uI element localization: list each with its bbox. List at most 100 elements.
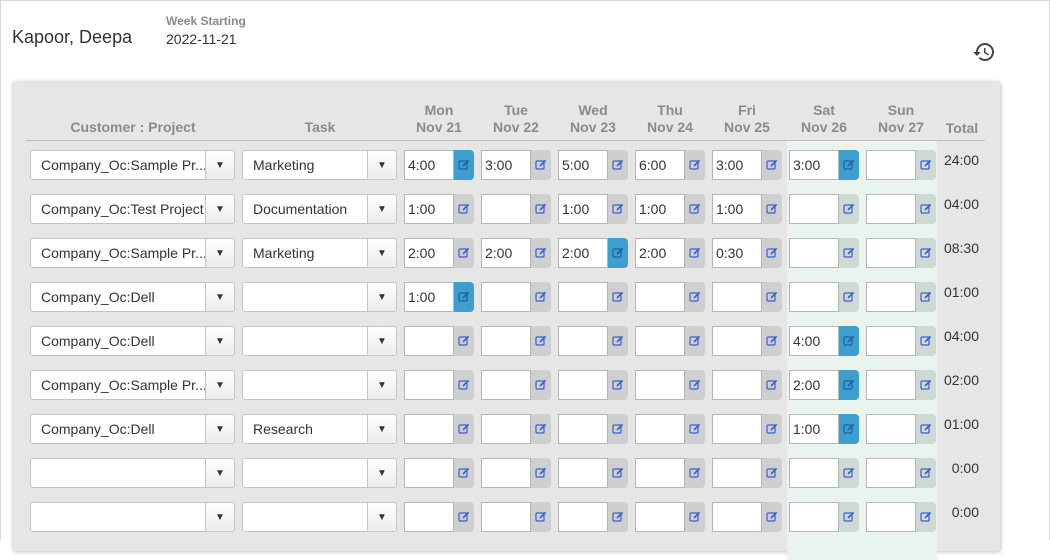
chevron-down-icon[interactable]: ▼ — [205, 283, 234, 311]
edit-note-button[interactable] — [762, 282, 782, 312]
chevron-down-icon[interactable]: ▼ — [205, 415, 234, 443]
edit-note-button[interactable] — [531, 194, 551, 224]
hours-input[interactable] — [789, 238, 839, 268]
edit-note-button[interactable] — [531, 238, 551, 268]
task-select[interactable]: ▼ — [242, 458, 397, 488]
edit-note-button[interactable] — [531, 326, 551, 356]
chevron-down-icon[interactable]: ▼ — [367, 283, 396, 311]
edit-note-button[interactable] — [608, 150, 628, 180]
hours-input[interactable] — [866, 150, 916, 180]
customer-project-select[interactable]: ▼ — [30, 458, 235, 488]
edit-note-button[interactable] — [608, 502, 628, 532]
edit-note-button[interactable] — [454, 238, 474, 268]
edit-note-button[interactable] — [839, 370, 859, 400]
chevron-down-icon[interactable]: ▼ — [367, 151, 396, 179]
edit-note-button[interactable] — [839, 282, 859, 312]
edit-note-button[interactable] — [916, 150, 936, 180]
edit-note-button[interactable] — [608, 414, 628, 444]
edit-note-button[interactable] — [762, 414, 782, 444]
edit-note-button[interactable] — [916, 326, 936, 356]
hours-input[interactable] — [404, 238, 454, 268]
hours-input[interactable] — [712, 150, 762, 180]
chevron-down-icon[interactable]: ▼ — [367, 195, 396, 223]
customer-project-select[interactable]: ▼ — [30, 502, 235, 532]
hours-input[interactable] — [558, 370, 608, 400]
hours-input[interactable] — [558, 282, 608, 312]
task-select[interactable]: Marketing ▼ — [242, 150, 397, 180]
hours-input[interactable] — [558, 238, 608, 268]
task-select[interactable]: ▼ — [242, 370, 397, 400]
customer-project-select[interactable]: Company_Oc:Dell ▼ — [30, 282, 235, 312]
edit-note-button[interactable] — [685, 414, 705, 444]
edit-note-button[interactable] — [531, 502, 551, 532]
customer-project-select[interactable]: Company_Oc:Test Project ▼ — [30, 194, 235, 224]
hours-input[interactable] — [635, 282, 685, 312]
hours-input[interactable] — [481, 194, 531, 224]
hours-input[interactable] — [481, 414, 531, 444]
edit-note-button[interactable] — [916, 502, 936, 532]
edit-note-button[interactable] — [762, 150, 782, 180]
edit-note-button[interactable] — [839, 194, 859, 224]
edit-note-button[interactable] — [685, 370, 705, 400]
hours-input[interactable] — [635, 238, 685, 268]
hours-input[interactable] — [712, 282, 762, 312]
edit-note-button[interactable] — [454, 326, 474, 356]
hours-input[interactable] — [712, 326, 762, 356]
hours-input[interactable] — [404, 282, 454, 312]
chevron-down-icon[interactable]: ▼ — [367, 503, 396, 531]
hours-input[interactable] — [404, 326, 454, 356]
edit-note-button[interactable] — [839, 458, 859, 488]
edit-note-button[interactable] — [916, 282, 936, 312]
hours-input[interactable] — [558, 502, 608, 532]
chevron-down-icon[interactable]: ▼ — [205, 151, 234, 179]
hours-input[interactable] — [866, 414, 916, 444]
edit-note-button[interactable] — [685, 502, 705, 532]
hours-input[interactable] — [635, 414, 685, 444]
hours-input[interactable] — [866, 458, 916, 488]
hours-input[interactable] — [866, 370, 916, 400]
hours-input[interactable] — [712, 502, 762, 532]
hours-input[interactable] — [866, 238, 916, 268]
hours-input[interactable] — [558, 326, 608, 356]
hours-input[interactable] — [404, 414, 454, 444]
customer-project-select[interactable]: Company_Oc:Sample Pr... ▼ — [30, 150, 235, 180]
edit-note-button[interactable] — [531, 458, 551, 488]
edit-note-button[interactable] — [762, 194, 782, 224]
chevron-down-icon[interactable]: ▼ — [205, 503, 234, 531]
customer-project-select[interactable]: Company_Oc:Sample Pr... ▼ — [30, 370, 235, 400]
hours-input[interactable] — [712, 370, 762, 400]
hours-input[interactable] — [404, 458, 454, 488]
hours-input[interactable] — [481, 502, 531, 532]
task-select[interactable]: ▼ — [242, 326, 397, 356]
customer-project-select[interactable]: Company_Oc:Dell ▼ — [30, 414, 235, 444]
task-select[interactable]: Documentation ▼ — [242, 194, 397, 224]
hours-input[interactable] — [712, 194, 762, 224]
edit-note-button[interactable] — [685, 282, 705, 312]
edit-note-button[interactable] — [685, 150, 705, 180]
chevron-down-icon[interactable]: ▼ — [367, 415, 396, 443]
hours-input[interactable] — [866, 282, 916, 312]
hours-input[interactable] — [558, 414, 608, 444]
edit-note-button[interactable] — [916, 194, 936, 224]
chevron-down-icon[interactable]: ▼ — [205, 459, 234, 487]
hours-input[interactable] — [635, 458, 685, 488]
chevron-down-icon[interactable]: ▼ — [205, 327, 234, 355]
hours-input[interactable] — [866, 502, 916, 532]
hours-input[interactable] — [481, 326, 531, 356]
hours-input[interactable] — [635, 326, 685, 356]
task-select[interactable]: ▼ — [242, 282, 397, 312]
edit-note-button[interactable] — [531, 370, 551, 400]
hours-input[interactable] — [635, 370, 685, 400]
hours-input[interactable] — [558, 458, 608, 488]
edit-note-button[interactable] — [839, 150, 859, 180]
chevron-down-icon[interactable]: ▼ — [367, 459, 396, 487]
edit-note-button[interactable] — [916, 370, 936, 400]
edit-note-button[interactable] — [839, 414, 859, 444]
edit-note-button[interactable] — [454, 502, 474, 532]
edit-note-button[interactable] — [608, 238, 628, 268]
edit-note-button[interactable] — [608, 194, 628, 224]
edit-note-button[interactable] — [454, 150, 474, 180]
edit-note-button[interactable] — [839, 238, 859, 268]
hours-input[interactable] — [635, 150, 685, 180]
edit-note-button[interactable] — [531, 282, 551, 312]
